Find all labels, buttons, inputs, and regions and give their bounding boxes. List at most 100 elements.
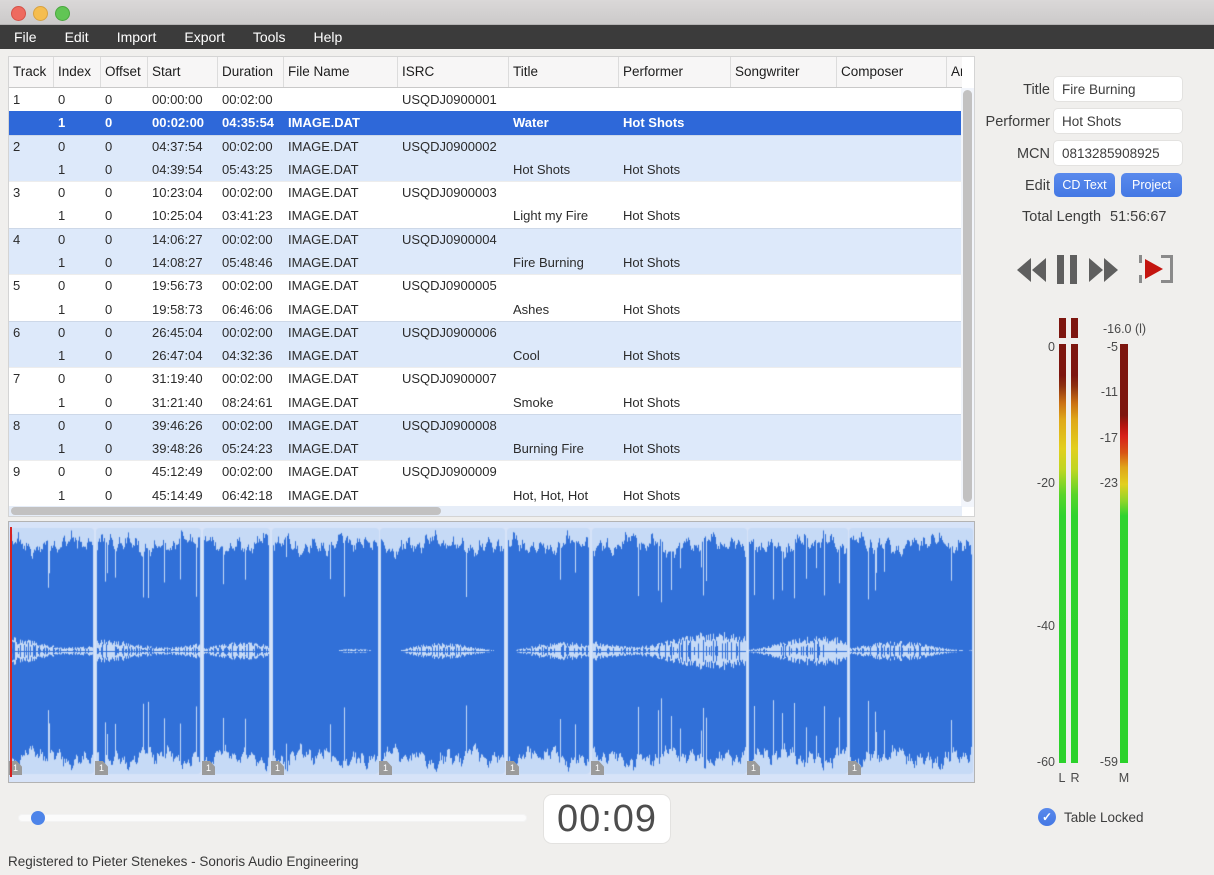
performer-input[interactable] — [1054, 109, 1182, 133]
table-row[interactable]: 70031:19:4000:02:00IMAGE.DATUSQDJ0900007 — [9, 367, 962, 390]
cell-offset: 0 — [101, 325, 148, 340]
column-header-isrc[interactable]: ISRC — [398, 57, 509, 87]
table-row[interactable]: 1019:58:7306:46:06IMAGE.DATAshesHot Shot… — [9, 297, 962, 320]
menu-item-tools[interactable]: Tools — [239, 25, 300, 49]
cell-file: IMAGE.DAT — [284, 348, 398, 363]
cell-index: 0 — [54, 92, 101, 107]
table-row[interactable]: 60026:45:0400:02:00IMAGE.DATUSQDJ0900006 — [9, 321, 962, 344]
cell-offset: 0 — [101, 488, 148, 503]
table-row[interactable]: 1010:25:0403:41:23IMAGE.DATLight my Fire… — [9, 204, 962, 227]
cell-performer: Hot Shots — [619, 441, 731, 456]
table-row[interactable]: 20004:37:5400:02:00IMAGE.DATUSQDJ0900002 — [9, 135, 962, 158]
cell-duration: 00:02:00 — [218, 92, 284, 107]
close-window-icon[interactable] — [11, 6, 26, 21]
cell-performer: Hot Shots — [619, 162, 731, 177]
table-row[interactable]: 30010:23:0400:02:00IMAGE.DATUSQDJ0900003 — [9, 181, 962, 204]
column-header-duration[interactable]: Duration — [218, 57, 284, 87]
time-display-value: 00:09 — [557, 798, 657, 841]
cell-isrc: USQDJ0900001 — [398, 92, 509, 107]
cell-start: 45:12:49 — [148, 464, 218, 479]
waveform-canvas[interactable] — [9, 522, 974, 782]
zoom-window-icon[interactable] — [55, 6, 70, 21]
column-header-track[interactable]: Track — [9, 57, 54, 87]
menu-item-help[interactable]: Help — [300, 25, 357, 49]
cell-title: Water — [509, 115, 619, 130]
column-header-performer[interactable]: Performer — [619, 57, 731, 87]
table-row[interactable]: 1039:48:2605:24:23IMAGE.DATBurning FireH… — [9, 437, 962, 460]
window-titlebar[interactable] — [0, 0, 1214, 25]
minimize-window-icon[interactable] — [33, 6, 48, 21]
cell-index: 0 — [54, 185, 101, 200]
menu-item-edit[interactable]: Edit — [51, 25, 103, 49]
cell-offset: 0 — [101, 418, 148, 433]
table-row[interactable]: 40014:06:2700:02:00IMAGE.DATUSQDJ0900004 — [9, 228, 962, 251]
pause-button[interactable] — [1057, 255, 1078, 289]
rewind-icon — [1015, 257, 1047, 283]
column-header-songwriter[interactable]: Songwriter — [731, 57, 837, 87]
column-header-composer[interactable]: Composer — [837, 57, 947, 87]
cell-track: 5 — [9, 278, 54, 293]
cd-text-button[interactable]: CD Text — [1054, 173, 1115, 197]
cell-start: 14:08:27 — [148, 255, 218, 270]
seek-slider-thumb[interactable] — [31, 811, 45, 825]
project-button[interactable]: Project — [1121, 173, 1182, 197]
table-row[interactable]: 1031:21:4008:24:61IMAGE.DATSmokeHot Shot… — [9, 390, 962, 413]
track-table: TrackIndexOffsetStartDurationFile NameIS… — [8, 56, 975, 517]
cell-file: IMAGE.DAT — [284, 162, 398, 177]
cell-file: IMAGE.DAT — [284, 395, 398, 410]
cell-track: 9 — [9, 464, 54, 479]
table-row[interactable]: 1026:47:0404:32:36IMAGE.DATCoolHot Shots — [9, 344, 962, 367]
play-selection-button[interactable] — [1137, 252, 1175, 291]
fast-forward-button[interactable] — [1088, 257, 1120, 288]
cell-offset: 0 — [101, 441, 148, 456]
cell-start: 00:00:00 — [148, 92, 218, 107]
menu-item-export[interactable]: Export — [170, 25, 238, 49]
cell-start: 04:37:54 — [148, 139, 218, 154]
seek-slider-track[interactable] — [18, 814, 527, 822]
total-length-label: Total Length — [1022, 209, 1101, 225]
cell-index: 1 — [54, 162, 101, 177]
table-row[interactable]: 90045:12:4900:02:00IMAGE.DATUSQDJ0900009 — [9, 460, 962, 483]
table-row[interactable]: 80039:46:2600:02:00IMAGE.DATUSQDJ0900008 — [9, 414, 962, 437]
cell-offset: 0 — [101, 185, 148, 200]
meter-channel-label-l: L — [1055, 771, 1069, 785]
cell-duration: 00:02:00 — [218, 278, 284, 293]
cell-offset: 0 — [101, 208, 148, 223]
cell-title: Hot, Hot, Hot — [509, 488, 619, 503]
menu-item-import[interactable]: Import — [103, 25, 171, 49]
table-locked-checkbox[interactable]: ✓ Table Locked — [1038, 808, 1144, 826]
performer-label: Performer — [960, 114, 1050, 130]
cell-isrc: USQDJ0900002 — [398, 139, 509, 154]
column-header-file-name[interactable]: File Name — [284, 57, 398, 87]
horizontal-scrollbar-thumb[interactable] — [11, 507, 441, 515]
cell-file: IMAGE.DAT — [284, 208, 398, 223]
table-row[interactable]: 50019:56:7300:02:00IMAGE.DATUSQDJ0900005 — [9, 274, 962, 297]
horizontal-scrollbar[interactable] — [9, 506, 962, 516]
cell-performer: Hot Shots — [619, 395, 731, 410]
table-row[interactable]: 1000:02:0004:35:54IMAGE.DATWaterHot Shot… — [9, 111, 962, 134]
column-header-index[interactable]: Index — [54, 57, 101, 87]
cell-index: 1 — [54, 348, 101, 363]
cell-index: 0 — [54, 278, 101, 293]
cell-index: 0 — [54, 371, 101, 386]
menu-item-file[interactable]: File — [0, 25, 51, 49]
cell-file: IMAGE.DAT — [284, 255, 398, 270]
column-header-start[interactable]: Start — [148, 57, 218, 87]
playhead-cursor[interactable] — [10, 527, 12, 777]
rewind-button[interactable] — [1015, 257, 1047, 288]
cell-file: IMAGE.DAT — [284, 139, 398, 154]
cell-start: 10:23:04 — [148, 185, 218, 200]
column-header-offset[interactable]: Offset — [101, 57, 148, 87]
cell-file: IMAGE.DAT — [284, 302, 398, 317]
title-input[interactable] — [1054, 77, 1182, 101]
mcn-input[interactable] — [1054, 141, 1182, 165]
table-row[interactable]: 10000:00:0000:02:00USQDJ0900001 — [9, 88, 962, 111]
table-row[interactable]: 1004:39:5405:43:25IMAGE.DATHot ShotsHot … — [9, 158, 962, 181]
table-row[interactable]: 1045:14:4906:42:18IMAGE.DATHot, Hot, Hot… — [9, 484, 962, 507]
column-header-title[interactable]: Title — [509, 57, 619, 87]
cell-index: 1 — [54, 255, 101, 270]
cell-duration: 00:02:00 — [218, 139, 284, 154]
table-row[interactable]: 1014:08:2705:48:46IMAGE.DATFire BurningH… — [9, 251, 962, 274]
cell-duration: 03:41:23 — [218, 208, 284, 223]
cell-track: 1 — [9, 92, 54, 107]
